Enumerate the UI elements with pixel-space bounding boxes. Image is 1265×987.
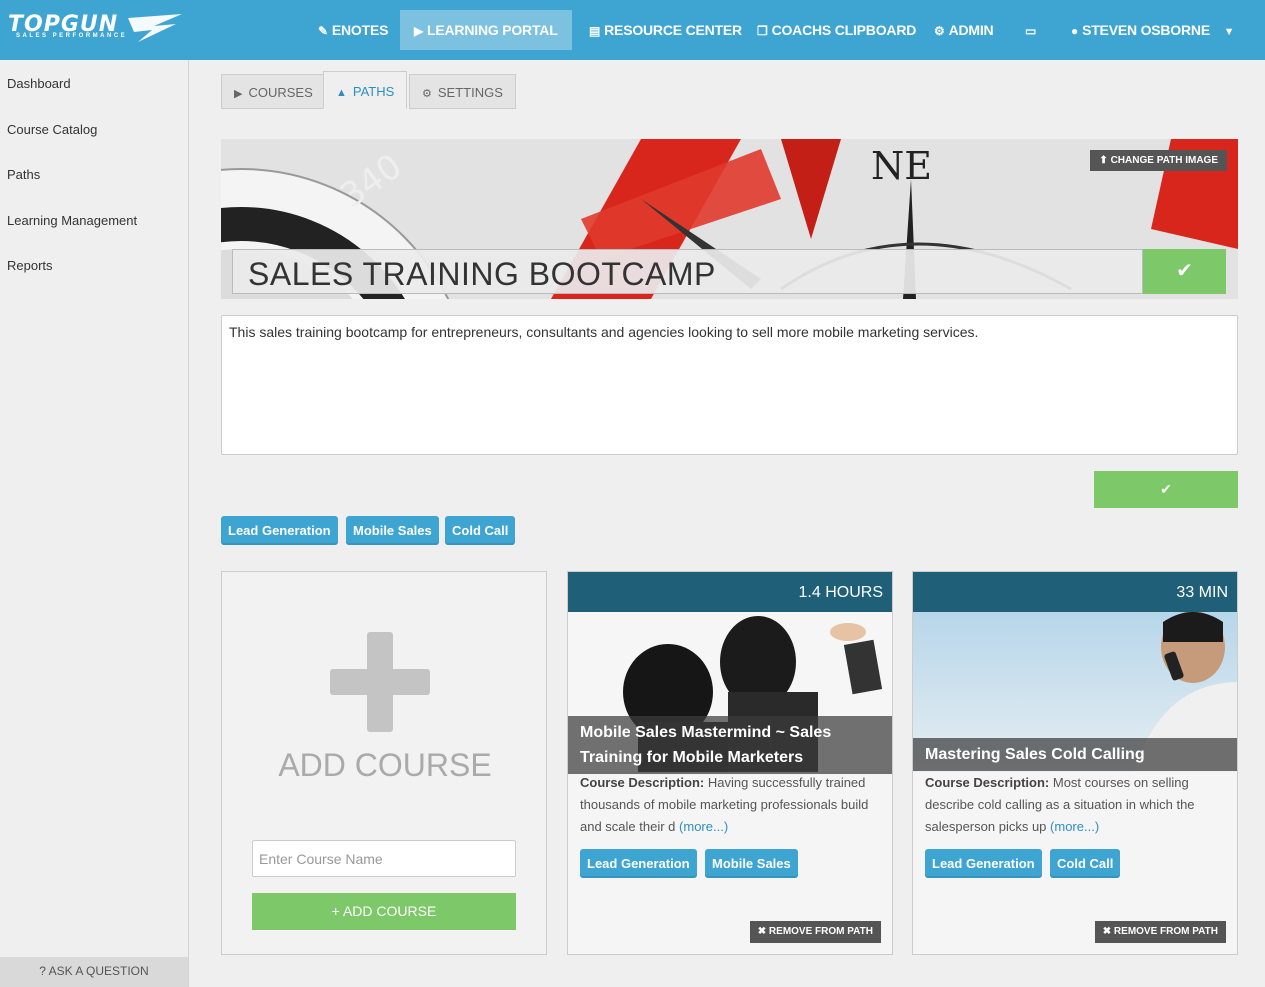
course-title-line-2: Training for Mobile Marketers [580, 749, 804, 766]
topgun-logo[interactable]: TOPGUN SALES PERFORMANCE [8, 12, 182, 46]
add-course-card: ADD COURSE + ADD COURSE [221, 571, 547, 955]
gears-icon: ⚙ [934, 24, 945, 38]
sidebar-item-dashboard[interactable]: Dashboard [7, 76, 71, 91]
course-duration: 1.4 HOURS [568, 572, 892, 612]
tab-paths-label: PATHS [352, 84, 395, 99]
inbox-icon: ▭ [1025, 24, 1037, 38]
path-tag-lead-generation[interactable]: Lead Generation [221, 516, 338, 545]
add-course-button[interactable]: + ADD COURSE [252, 893, 516, 930]
change-path-image-button[interactable]: ⬆ CHANGE PATH IMAGE [1090, 150, 1227, 171]
course-card: 1.4 HOURS Mobile Sales Mastermind ~ Sale… [567, 571, 893, 955]
remove-from-path-label: REMOVE FROM PATH [1113, 926, 1218, 937]
clipboard-icon: ❐ [757, 24, 768, 38]
close-icon: ✖ [757, 926, 769, 937]
pencil-icon: ✎ [318, 24, 328, 38]
path-tag-mobile-sales[interactable]: Mobile Sales [346, 516, 439, 545]
gear-icon: ⚙ [422, 88, 432, 100]
save-description-button[interactable]: ✔ [1094, 471, 1238, 508]
tab-settings-label: SETTINGS [437, 85, 503, 100]
more-link[interactable]: (more...) [1050, 819, 1099, 834]
document-icon: ▤ [589, 24, 601, 38]
course-tag-lead-generation[interactable]: Lead Generation [580, 849, 697, 878]
checkmark-icon: ✔ [1176, 260, 1193, 282]
ask-question-button[interactable]: ? ASK A QUESTION [0, 957, 188, 987]
compass-ne-text: NE [871, 144, 932, 188]
logo-tagline: SALES PERFORMANCE [16, 33, 128, 39]
nav-resource-center[interactable]: ▤ RESOURCE CENTER [589, 10, 742, 50]
play-circle-icon: ▶ [414, 24, 424, 38]
tab-paths[interactable]: ▲ PATHS [323, 71, 408, 109]
course-tag-cold-call[interactable]: Cold Call [1050, 849, 1121, 878]
sidebar-item-course-catalog[interactable]: Course Catalog [7, 122, 97, 137]
nav-enotes-label: ENOTES [331, 22, 389, 38]
nav-learning-portal-label: LEARNING PORTAL [427, 22, 558, 38]
course-title[interactable]: Mobile Sales Mastermind ~ Sales Training… [568, 716, 892, 774]
course-description-label: Course Description: [580, 775, 705, 790]
play-circle-icon: ▶ [234, 88, 243, 100]
nav-enotes[interactable]: ✎ ENOTES [318, 10, 388, 50]
road-icon: ▲ [336, 87, 347, 99]
nav-coachs-clipboard-label: COACHS CLIPBOARD [771, 22, 917, 38]
course-title[interactable]: Mastering Sales Cold Calling [913, 738, 1237, 771]
course-description: Course Description: Most courses on sell… [925, 772, 1229, 838]
sidebar-item-reports[interactable]: Reports [7, 258, 53, 273]
nav-admin[interactable]: ⚙ ADMIN [934, 10, 994, 50]
path-description-textarea[interactable]: This sales training bootcamp for entrepr… [221, 315, 1238, 455]
nav-resource-center-label: RESOURCE CENTER [604, 22, 742, 38]
course-name-input[interactable] [252, 840, 516, 877]
course-card: 33 MIN Mastering Sales Cold Calling Cour… [912, 571, 1238, 955]
remove-from-path-button[interactable]: ✖ REMOVE FROM PATH [1094, 921, 1226, 943]
chevron-down-icon: ▼ [1223, 26, 1235, 38]
tab-settings[interactable]: ⚙ SETTINGS [409, 74, 516, 109]
user-icon: ● [1071, 24, 1079, 38]
add-course-heading: ADD COURSE [278, 747, 492, 783]
close-icon: ✖ [1102, 926, 1114, 937]
course-tag-mobile-sales[interactable]: Mobile Sales [705, 849, 798, 878]
course-description-label: Course Description: [925, 775, 1050, 790]
logo-wing-icon [128, 14, 182, 42]
sidebar-item-paths[interactable]: Paths [7, 167, 40, 182]
change-path-image-label: CHANGE PATH IMAGE [1110, 155, 1218, 166]
save-title-button[interactable]: ✔ [1143, 249, 1226, 294]
tab-courses-label: COURSES [248, 85, 313, 100]
remove-from-path-button[interactable]: ✖ REMOVE FROM PATH [749, 921, 881, 943]
more-link[interactable]: (more...) [679, 819, 728, 834]
course-duration: 33 MIN [913, 572, 1237, 612]
nav-inbox[interactable]: ▭ [1025, 10, 1040, 50]
path-title-field[interactable]: SALES TRAINING BOOTCAMP [232, 249, 1143, 294]
nav-user-name: STEVEN OSBORNE [1082, 22, 1210, 38]
course-description: Course Description: Having successfully … [580, 772, 884, 838]
nav-user-menu[interactable]: ● STEVEN OSBORNE ▼ [1071, 10, 1235, 50]
course-tag-lead-generation[interactable]: Lead Generation [925, 849, 1042, 878]
path-title: SALES TRAINING BOOTCAMP [248, 256, 716, 292]
path-tag-cold-call[interactable]: Cold Call [445, 516, 516, 545]
nav-learning-portal[interactable]: ▶ LEARNING PORTAL [400, 10, 572, 50]
sidebar: Dashboard Course Catalog Paths Learning … [0, 60, 189, 987]
path-hero-image: NE 340 ⬆ CHANGE PATH IMAGE SALES TRAININ… [221, 139, 1238, 299]
course-title-line-1: Mobile Sales Mastermind ~ Sales [580, 724, 832, 741]
plus-icon[interactable] [330, 632, 430, 732]
upload-icon: ⬆ [1099, 155, 1111, 166]
remove-from-path-label: REMOVE FROM PATH [768, 926, 873, 937]
tab-courses[interactable]: ▶ COURSES [221, 74, 326, 109]
nav-admin-label: ADMIN [948, 22, 994, 38]
checkmark-icon: ✔ [1160, 481, 1172, 497]
sidebar-item-learning-management[interactable]: Learning Management [7, 213, 137, 228]
top-navbar: TOPGUN SALES PERFORMANCE ✎ ENOTES ▶ LEARNI… [0, 0, 1265, 60]
nav-coachs-clipboard[interactable]: ❐ COACHS CLIPBOARD [757, 10, 916, 50]
